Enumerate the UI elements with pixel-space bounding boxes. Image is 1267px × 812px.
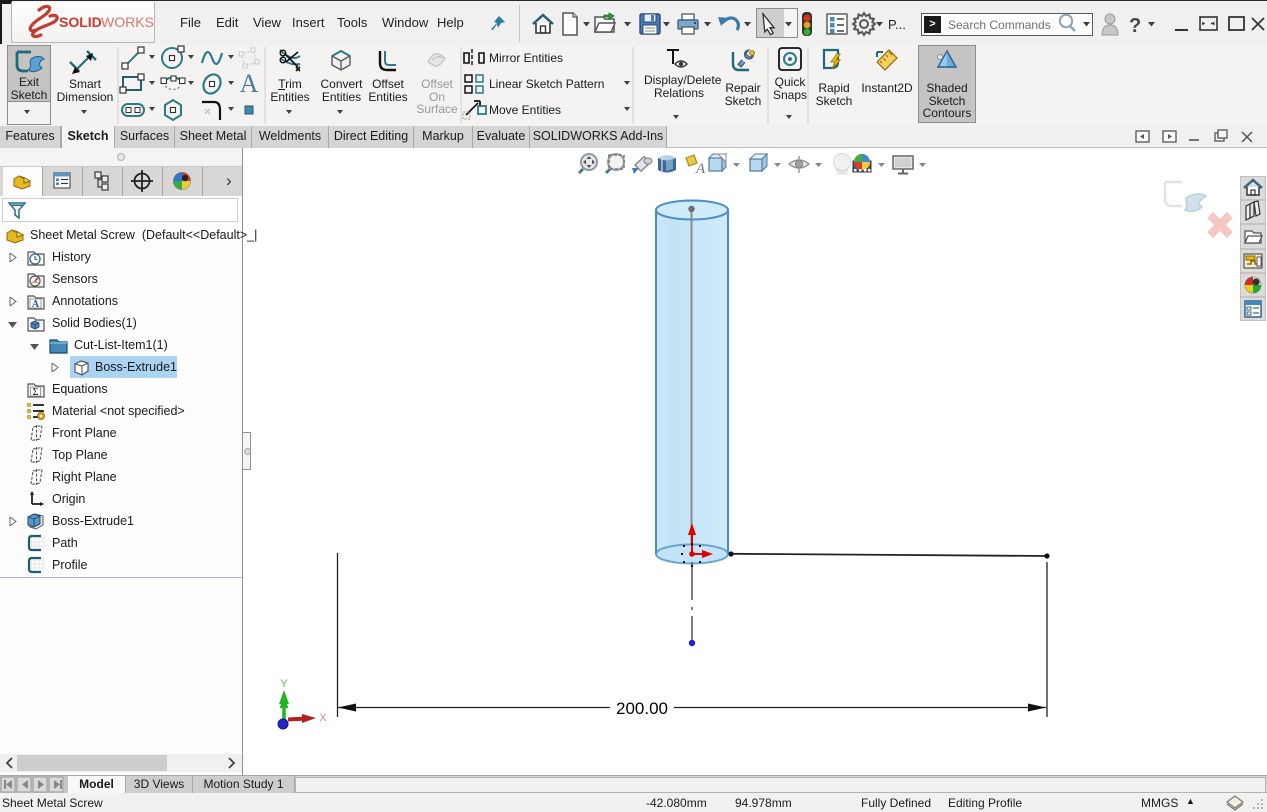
svg-text:Σ: Σ — [33, 387, 39, 398]
svg-text:?: ? — [1129, 15, 1141, 37]
svg-text:A: A — [32, 299, 40, 310]
svg-text:P...: P... — [888, 17, 906, 32]
svg-text:Y: Y — [280, 678, 288, 690]
svg-text:X: X — [319, 712, 327, 724]
svg-text:A: A — [695, 161, 706, 177]
svg-text:200.00: 200.00 — [616, 699, 668, 718]
svg-text:A: A — [240, 69, 259, 98]
